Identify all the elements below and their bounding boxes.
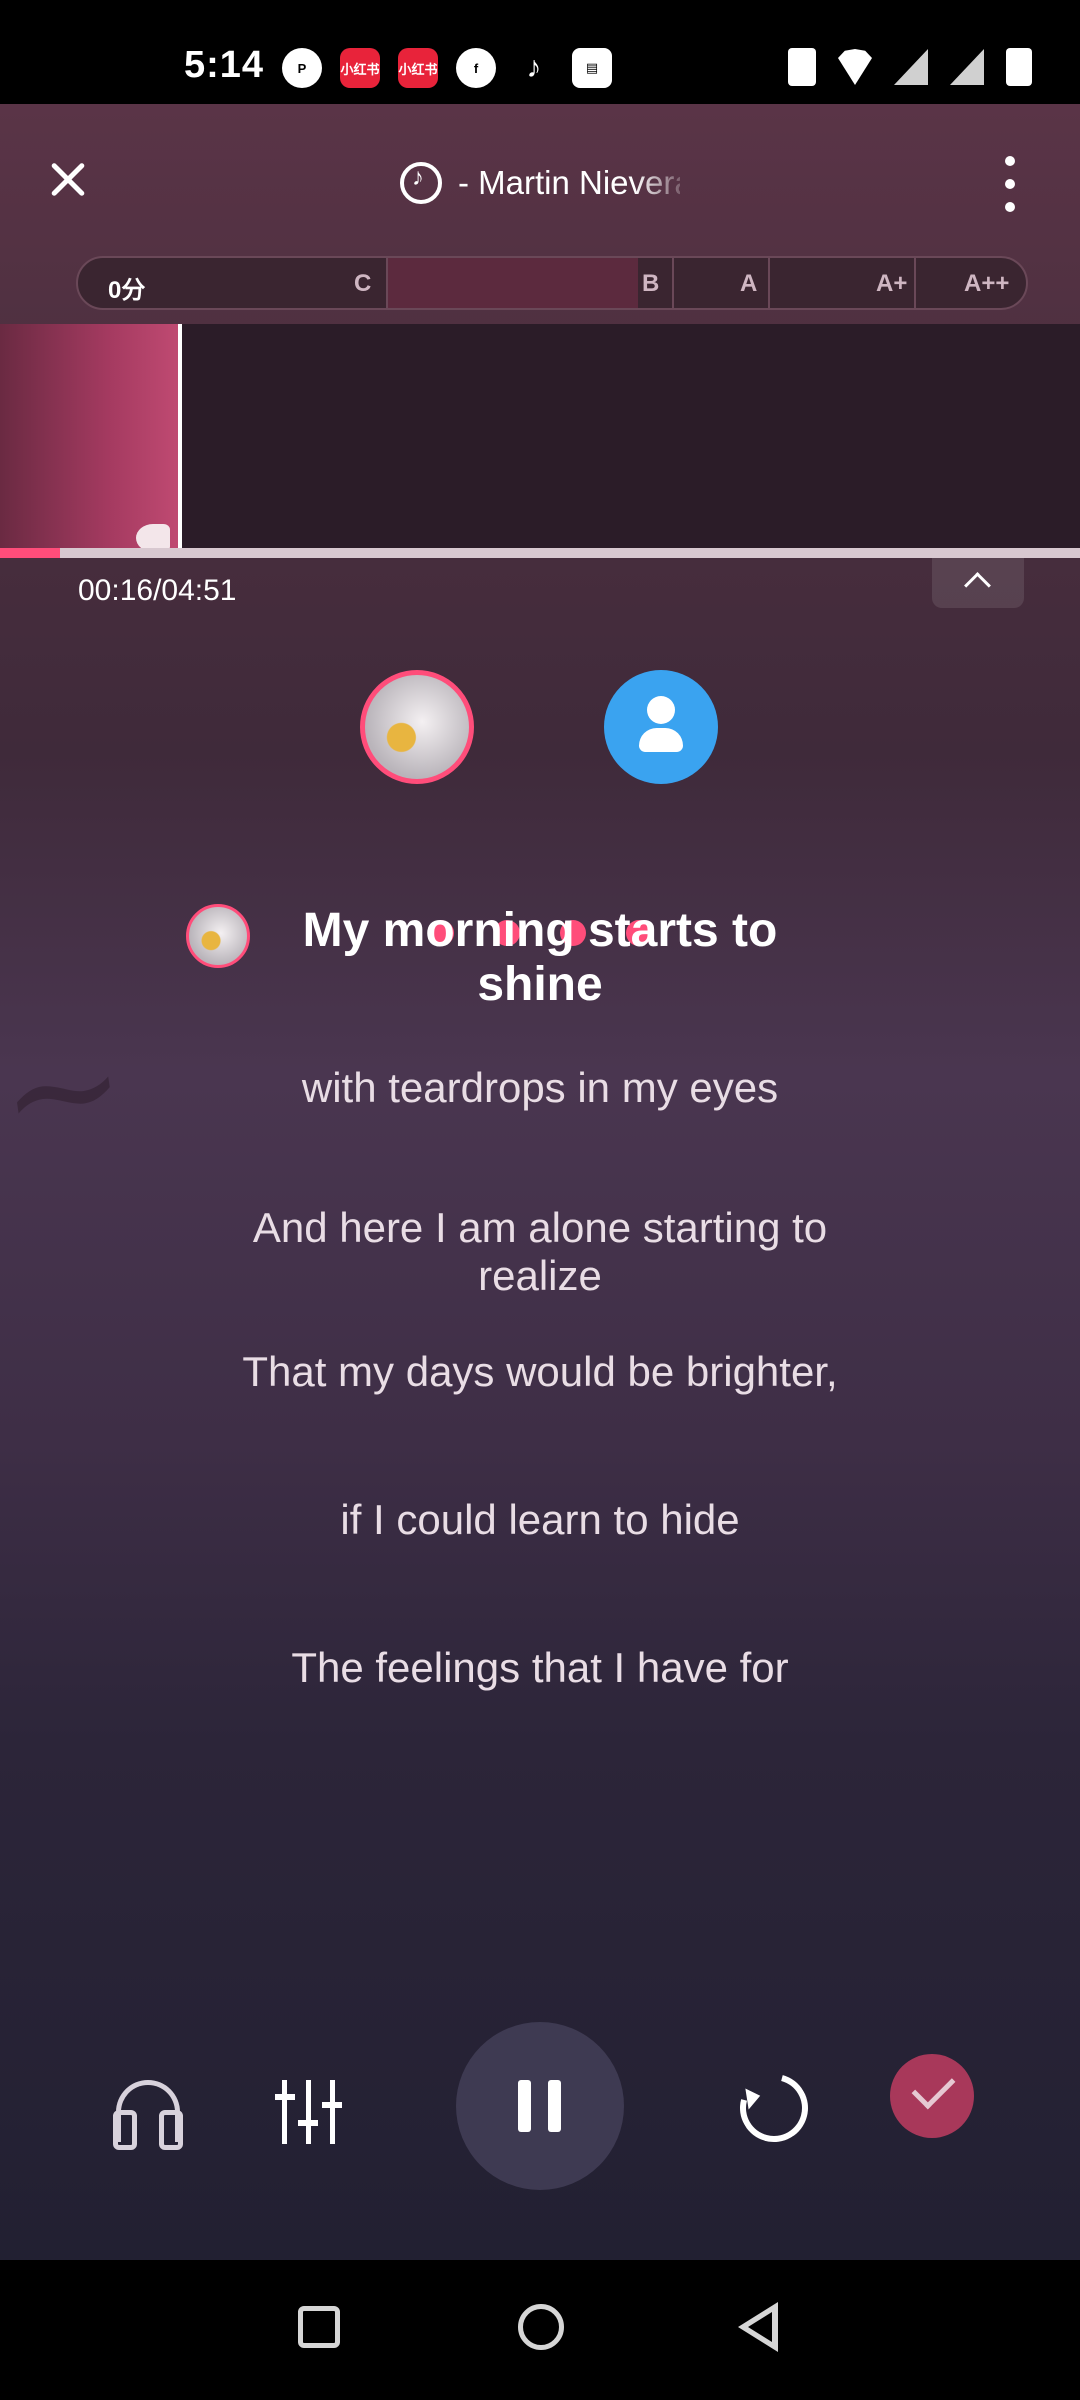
notification-icons: P 小红书 小红书 f ♪ ▤ — [282, 48, 612, 88]
home-icon[interactable] — [518, 2304, 564, 2350]
song-title: - Martin Nievera — [400, 162, 680, 204]
player-controls — [0, 2022, 1080, 2242]
pitch-graph — [0, 324, 1080, 554]
singer-avatar[interactable] — [360, 670, 474, 784]
playback-time: 00:16/04:51 — [78, 574, 237, 607]
pause-button[interactable] — [456, 2022, 624, 2190]
vibrate-icon — [788, 48, 816, 86]
current-score: 0分 — [108, 277, 146, 304]
music-note-icon — [400, 162, 442, 204]
pitch-sung-region — [0, 324, 180, 554]
more-options-button[interactable] — [992, 156, 1028, 212]
collapse-chevron-icon[interactable] — [932, 558, 1024, 608]
app-icon: ▤ — [572, 48, 612, 88]
lyric-line: The feelings that I have for — [291, 1644, 789, 1691]
lyric-line: with teardrops in my eyes — [301, 1064, 779, 1111]
xiaohongshu-icon: 小红书 — [340, 48, 380, 88]
grade-a-plus-plus: A++ — [964, 270, 1010, 297]
close-button[interactable] — [38, 150, 98, 210]
progress-fill — [0, 548, 61, 558]
add-singer-avatar[interactable] — [604, 670, 718, 784]
lyric-singer-avatar — [186, 904, 250, 968]
background-art: ~ — [0, 996, 138, 1186]
facebook-icon: f — [456, 48, 496, 88]
grade-a-plus: A+ — [876, 270, 908, 297]
status-time: 5:14 — [184, 44, 265, 86]
recent-apps-icon[interactable] — [298, 2306, 340, 2348]
battery-icon — [1006, 48, 1032, 86]
back-icon[interactable] — [738, 2302, 786, 2352]
more-vertical-icon — [1005, 156, 1015, 166]
headphone-icon[interactable] — [113, 2080, 183, 2150]
tiktok-icon: ♪ — [526, 51, 542, 84]
status-bar: 5:14 P 小红书 小红书 f ♪ ▤ — [0, 0, 1080, 104]
score-highlight — [388, 258, 638, 308]
person-icon — [647, 696, 675, 724]
score-bar: 0分 C B A A+ A++ — [76, 256, 1028, 310]
signal-icon — [894, 49, 928, 85]
wifi-icon — [838, 49, 872, 85]
app-icon: P — [282, 48, 322, 88]
grade-b: B — [642, 270, 660, 297]
xiaohongshu-icon: 小红书 — [398, 48, 438, 88]
navigation-bar — [0, 2260, 1080, 2400]
current-lyric: My morning starts to shine — [302, 904, 778, 1011]
karaoke-screen: ~ - Martin Nievera 0分 C B A A+ A++ 00:16… — [0, 104, 1080, 2260]
grade-c: C — [354, 270, 372, 297]
signal-icon — [950, 49, 984, 85]
lyric-line: That my days would be brighter, — [242, 1348, 838, 1395]
pitch-cursor — [178, 324, 182, 554]
lyric-line: And here I am alone starting to realize — [252, 1204, 828, 1299]
lyric-line: if I could learn to hide — [340, 1496, 740, 1543]
finish-checkmark-button[interactable] — [890, 2054, 974, 2138]
mixer-icon[interactable] — [275, 2080, 342, 2144]
grade-a: A — [740, 270, 758, 297]
system-icons — [788, 48, 1032, 86]
progress-bar[interactable] — [0, 548, 1080, 558]
restart-icon[interactable] — [727, 2061, 821, 2155]
song-title-text: - Martin Nievera — [458, 164, 680, 201]
